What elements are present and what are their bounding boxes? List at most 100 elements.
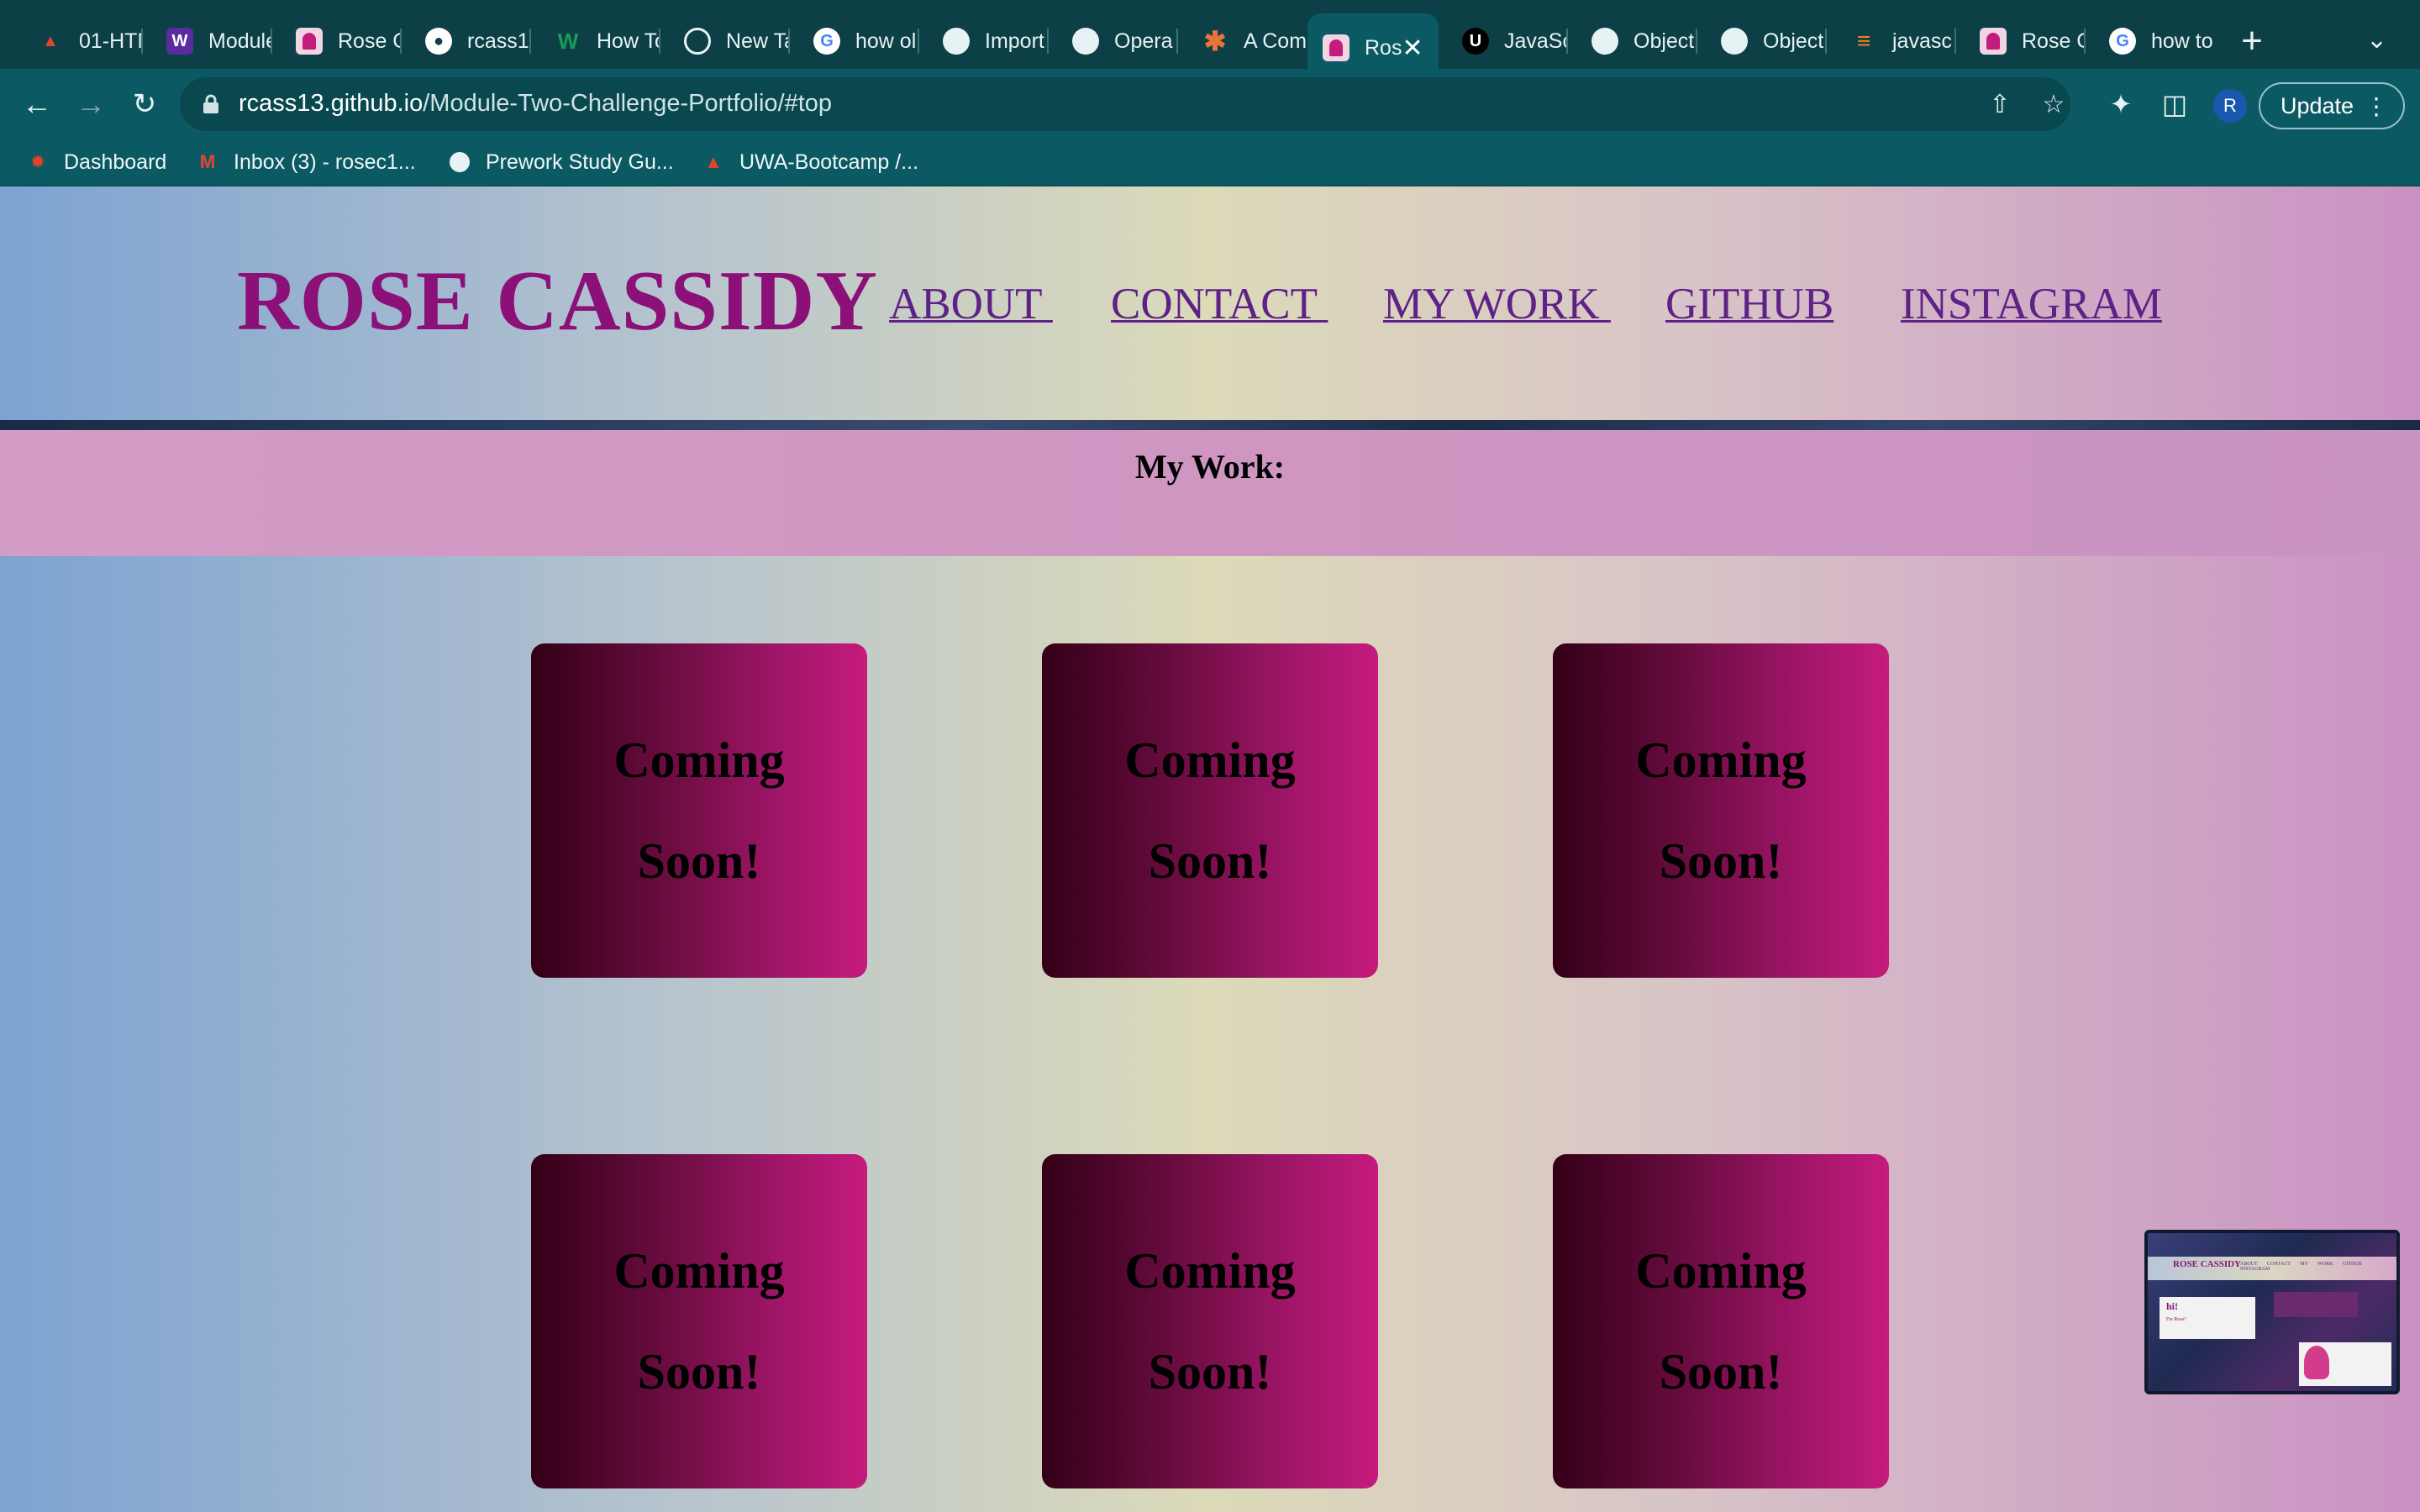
- card-text: Coming Soon!: [1635, 1243, 1807, 1399]
- tab-9[interactable]: Opera: [1049, 13, 1178, 69]
- tab-15[interactable]: ≡ javasc: [1827, 13, 1956, 69]
- github-icon: ●: [425, 28, 452, 55]
- w-green-icon: W: [557, 28, 579, 54]
- profile-icon: [1323, 34, 1349, 61]
- u-icon: U: [1462, 28, 1489, 55]
- section-header: My Work:: [0, 430, 2420, 556]
- bookmark-label: Prework Study Gu...: [486, 150, 674, 174]
- nav-contact-link[interactable]: CONTACT: [1111, 279, 1328, 329]
- tab-label: Import: [985, 29, 1044, 53]
- tab-16[interactable]: Rose C: [1956, 13, 2086, 69]
- tab-label: JavaSc: [1504, 29, 1568, 53]
- side-panel-icon[interactable]: ◫: [2156, 86, 2193, 123]
- site-header: ROSE CASSIDY ABOUT CONTACT MY WORK GITHU…: [0, 186, 2420, 422]
- gitlab-icon: ▲: [704, 151, 723, 172]
- globe-icon: [1721, 28, 1748, 55]
- tab-label: rcass1: [467, 29, 529, 53]
- bookmark-star-icon[interactable]: ☆: [2037, 87, 2070, 121]
- nav-my-work-link[interactable]: MY WORK: [1383, 279, 1611, 329]
- work-card[interactable]: Coming Soon!: [1553, 1154, 1889, 1488]
- globe-icon: [1072, 28, 1099, 55]
- bookmarks-bar: ✹ Dashboard M Inbox (3) - rosec1... Prew…: [0, 139, 2420, 186]
- nav-github-link[interactable]: GITHUB: [1665, 279, 1833, 329]
- thumbnail-avatar: [2304, 1346, 2329, 1379]
- tab-13[interactable]: Object: [1568, 13, 1697, 69]
- tab-3[interactable]: Rose C: [272, 13, 402, 69]
- tab-6[interactable]: New Tab: [660, 13, 790, 69]
- tab-label: Rose C: [338, 29, 402, 53]
- profile-icon: [296, 28, 323, 55]
- bookmark-label: Dashboard: [64, 150, 167, 174]
- card-text: Coming Soon!: [613, 732, 785, 889]
- tab-2[interactable]: W Module: [143, 13, 272, 69]
- thumbnail-subtext: I'm Rose!: [2166, 1317, 2186, 1322]
- tab-label: 01-HTML: [79, 29, 143, 53]
- lock-icon: [203, 94, 218, 113]
- update-button[interactable]: Update ⋮: [2259, 82, 2405, 129]
- tab-1[interactable]: ▲ 01-HTML: [13, 13, 143, 69]
- section-title: My Work:: [1134, 448, 1286, 486]
- thumbnail-greeting: hi!: [2166, 1300, 2179, 1312]
- google-icon: G: [2109, 28, 2136, 55]
- canvas-icon: ✹: [29, 151, 46, 172]
- profile-avatar[interactable]: R: [2213, 89, 2247, 123]
- new-tab-button[interactable]: +: [2235, 20, 2269, 62]
- url-path: /Module-Two-Challenge-Portfolio/#top: [423, 90, 833, 117]
- tab-12[interactable]: U JavaSc: [1439, 13, 1568, 69]
- profile-icon: [1980, 28, 2007, 55]
- screenshot-thumbnail[interactable]: ROSE CASSIDY ABOUT CONTACT MY WORK GITHU…: [2144, 1230, 2400, 1394]
- tab-label: Object: [1763, 29, 1824, 53]
- work-card[interactable]: Coming Soon!: [531, 643, 867, 978]
- back-icon[interactable]: ←: [17, 84, 57, 124]
- tab-5[interactable]: W How To: [531, 13, 660, 69]
- url-text[interactable]: rcass13.github.io/Module-Two-Challenge-P…: [239, 90, 832, 118]
- card-text: Coming Soon!: [1124, 1243, 1296, 1399]
- extensions-icon[interactable]: ✦: [2102, 86, 2139, 123]
- tab-14[interactable]: Object: [1697, 13, 1827, 69]
- site-title: ROSE CASSIDY: [237, 254, 879, 349]
- tab-label: How To: [597, 29, 660, 53]
- tab-label: Opera: [1114, 29, 1173, 53]
- tab-10[interactable]: ✱ A Com: [1178, 13, 1307, 69]
- bookmark-label: UWA-Bootcamp /...: [739, 150, 919, 174]
- tab-7[interactable]: G how ol: [790, 13, 919, 69]
- url-host: rcass13.github.io: [239, 90, 424, 117]
- globe-icon: [1591, 28, 1618, 55]
- asterisk-icon: ✱: [1203, 26, 1227, 56]
- stackoverflow-icon: ≡: [1856, 28, 1871, 54]
- thumbnail-header: ROSE CASSIDY ABOUT CONTACT MY WORK GITHU…: [2148, 1257, 2396, 1280]
- tab-4[interactable]: ● rcass1: [402, 13, 531, 69]
- gmail-icon: M: [199, 151, 216, 172]
- work-card[interactable]: Coming Soon!: [1042, 1154, 1378, 1488]
- tab-label: Module: [208, 29, 272, 53]
- tab-17[interactable]: G how to: [2086, 13, 2215, 69]
- thumbnail-text-box: [2274, 1292, 2358, 1317]
- card-text: Coming Soon!: [1635, 732, 1807, 889]
- tab-label: A Com: [1244, 29, 1307, 53]
- tab-label: Ros: [1365, 35, 1402, 60]
- chrome-icon: [684, 28, 711, 55]
- tab-8[interactable]: Import: [919, 13, 1049, 69]
- globe-icon: [943, 28, 970, 55]
- more-menu-icon[interactable]: ⋮: [2365, 92, 2388, 120]
- reload-icon[interactable]: ↻: [124, 84, 165, 124]
- update-label: Update: [2281, 92, 2354, 118]
- tab-label: Rose C: [2022, 29, 2086, 53]
- address-bar[interactable]: rcass13.github.io/Module-Two-Challenge-P…: [180, 77, 2070, 131]
- forward-icon[interactable]: →: [71, 84, 111, 124]
- nav-about-link[interactable]: ABOUT: [889, 279, 1053, 329]
- tab-search-chevron-icon[interactable]: ⌄: [2366, 25, 2387, 55]
- bookmark-uwa[interactable]: ▲ UWA-Bootcamp /...: [701, 144, 918, 180]
- tab-label: New Tab: [726, 29, 790, 53]
- close-icon[interactable]: ✕: [1402, 34, 1423, 63]
- share-icon[interactable]: ⇧: [1983, 87, 2017, 121]
- work-card[interactable]: Coming Soon!: [1042, 643, 1378, 978]
- nav-instagram-link[interactable]: INSTAGRAM: [1901, 279, 2162, 329]
- work-card[interactable]: Coming Soon!: [531, 1154, 867, 1488]
- bookmark-inbox[interactable]: M Inbox (3) - rosec1...: [195, 144, 416, 180]
- bookmark-label: Inbox (3) - rosec1...: [234, 150, 416, 174]
- bookmark-dashboard[interactable]: ✹ Dashboard: [25, 144, 167, 180]
- work-card[interactable]: Coming Soon!: [1553, 643, 1889, 978]
- bookmark-prework[interactable]: Prework Study Gu...: [447, 144, 674, 180]
- thumbnail-title: ROSE CASSIDY: [2173, 1259, 2241, 1269]
